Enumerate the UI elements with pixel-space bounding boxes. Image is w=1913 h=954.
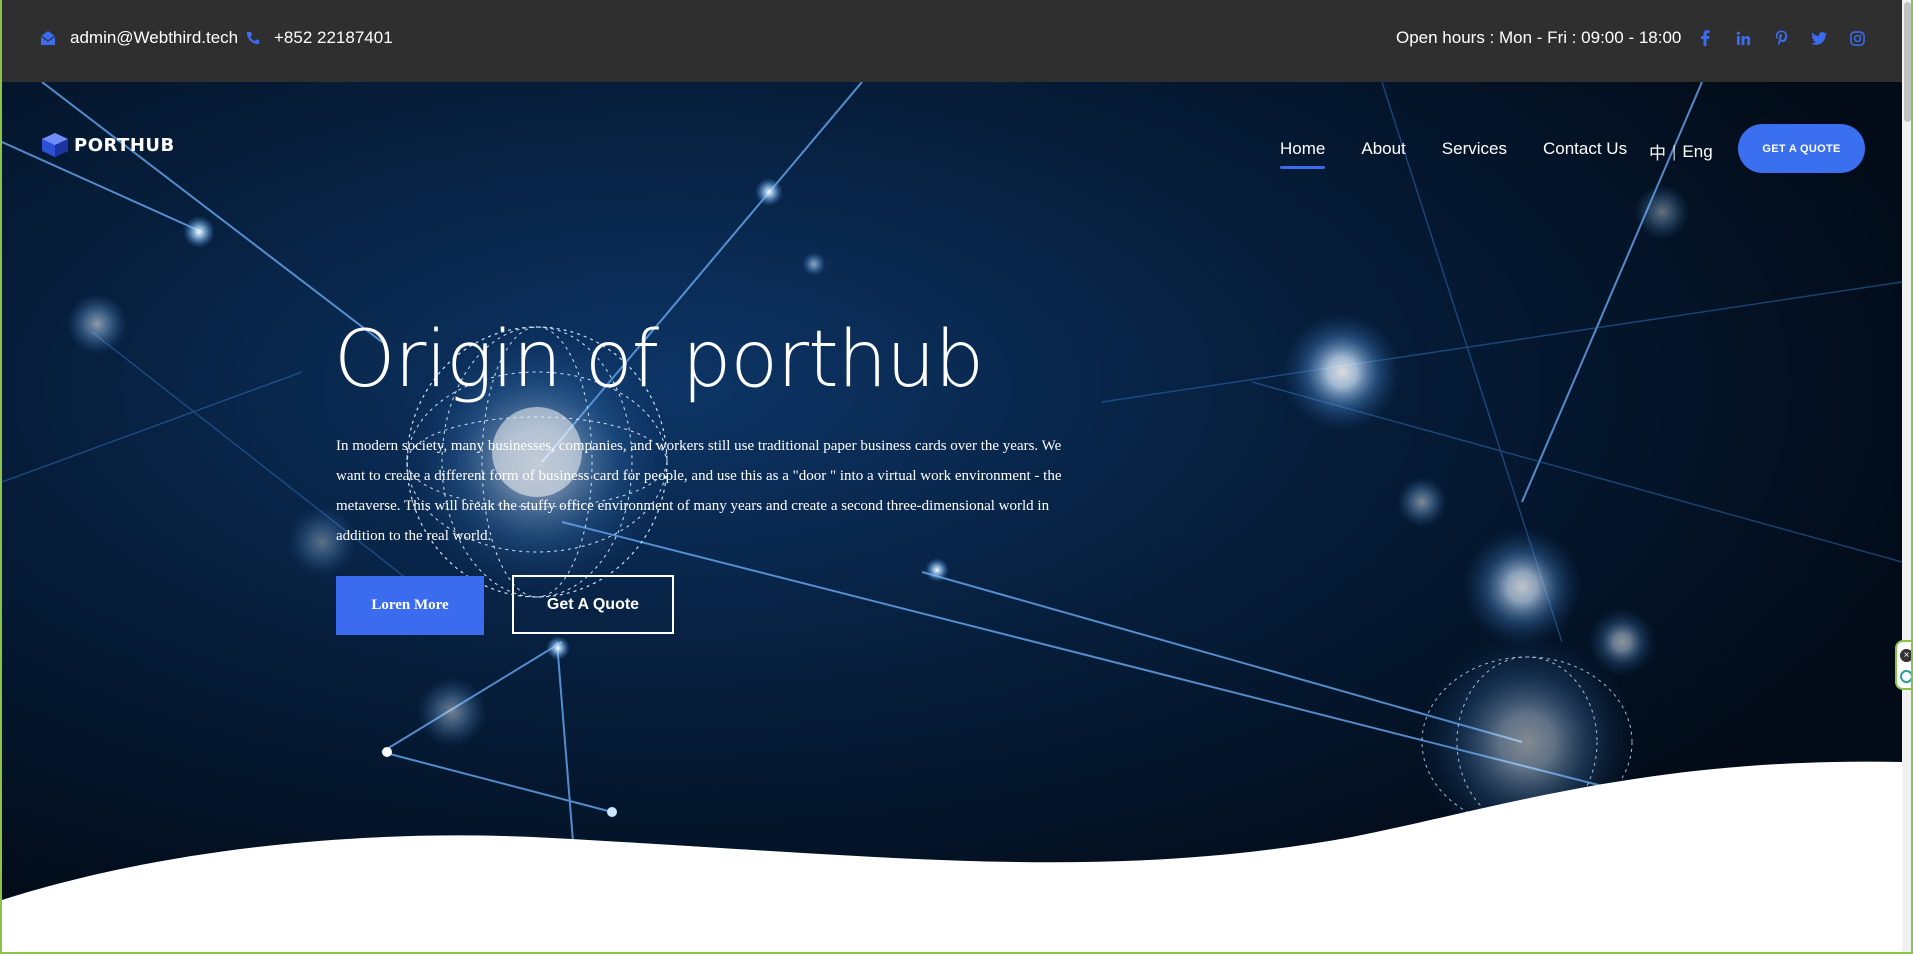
- scrollbar-thumb[interactable]: [1904, 2, 1911, 122]
- extension-icon[interactable]: [1900, 670, 1911, 683]
- facebook-icon[interactable]: [1696, 29, 1714, 47]
- phone-text: +852 22187401: [274, 28, 393, 47]
- nav-item-contact-us[interactable]: Contact Us: [1543, 139, 1627, 159]
- hero-section: PORTHUB Home About Services Contact Us 中…: [2, 82, 1902, 952]
- twitter-icon[interactable]: [1810, 29, 1828, 47]
- logo-text: PORTHUB: [74, 134, 175, 156]
- language-switcher: 中 | Eng: [1649, 139, 1713, 164]
- open-hours: Open hours : Mon - Fri : 09:00 - 18:00: [1396, 28, 1682, 47]
- main-nav: Home About Services Contact Us: [1280, 139, 1663, 169]
- email-contact[interactable]: admin@Webthird.tech: [40, 28, 238, 48]
- social-links: [1696, 29, 1866, 47]
- email-text: admin@Webthird.tech: [70, 28, 239, 47]
- envelope-icon: [40, 31, 56, 45]
- lang-english[interactable]: Eng: [1682, 142, 1712, 162]
- close-icon[interactable]: ×: [1900, 649, 1911, 662]
- get-a-quote-hero-button[interactable]: Get A Quote: [512, 575, 674, 634]
- pinterest-icon[interactable]: [1772, 29, 1790, 47]
- phone-icon: [246, 31, 260, 45]
- extension-widget[interactable]: ×: [1895, 640, 1911, 690]
- page-scrollbar[interactable]: [1902, 0, 1911, 952]
- hero-description: In modern society, many businesses, comp…: [336, 438, 1062, 544]
- lang-chinese[interactable]: 中: [1649, 139, 1666, 164]
- hero-title: Origin of porthub: [334, 315, 984, 405]
- instagram-icon[interactable]: [1848, 29, 1866, 47]
- top-bar: admin@Webthird.tech +852 22187401 Open h…: [2, 0, 1902, 82]
- nav-item-services[interactable]: Services: [1442, 139, 1507, 159]
- linkedin-icon[interactable]: [1734, 29, 1752, 47]
- nav-item-home[interactable]: Home: [1280, 139, 1326, 169]
- nav-item-about[interactable]: About: [1361, 139, 1405, 159]
- learn-more-button[interactable]: Loren More: [336, 576, 484, 635]
- get-a-quote-header-button[interactable]: GET A QUOTE: [1738, 124, 1865, 173]
- lang-separator: |: [1672, 141, 1677, 161]
- phone-contact[interactable]: +852 22187401: [246, 28, 393, 48]
- browser-viewport: admin@Webthird.tech +852 22187401 Open h…: [0, 0, 1913, 954]
- cube-logo-icon: [42, 133, 68, 157]
- logo[interactable]: PORTHUB: [40, 132, 175, 158]
